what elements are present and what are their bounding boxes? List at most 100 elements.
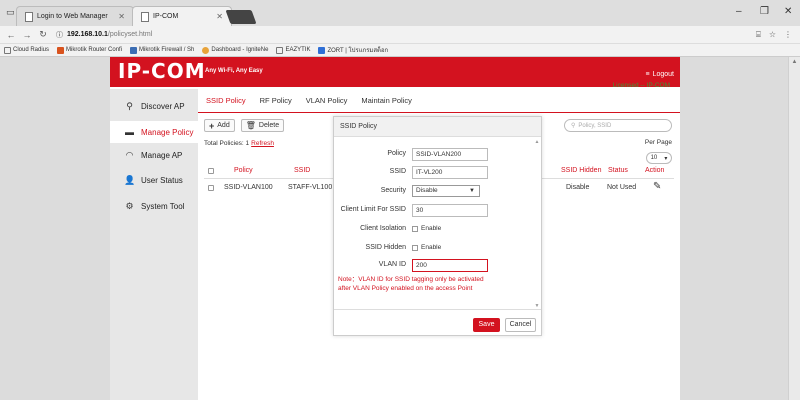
col-action: Action [645,167,665,174]
col-policy: Policy [234,167,253,174]
search-icon: ⚲ [571,123,576,129]
forward-icon[interactable]: → [22,30,32,40]
vlan-id-row: VLAN ID 200 [334,259,534,273]
tagline: Any Wi-Fi, Any Easy [205,68,263,74]
page-icon [141,11,149,22]
tab-ssid-policy[interactable]: SSID Policy [206,89,246,113]
refresh-link[interactable]: Refresh [251,140,274,147]
back-icon[interactable]: ← [6,30,16,40]
bookmark-favicon-icon [202,46,210,54]
page-scrollbar[interactable]: ▲ [788,57,800,400]
delete-button[interactable]: 🗑 Delete [240,119,285,132]
scroll-up-icon[interactable]: ▲ [789,59,800,65]
caret-down-icon: ▼ [469,188,475,194]
policy-tabs: SSID Policy RF Policy VLAN Policy Mainta… [198,89,680,113]
close-icon[interactable]: ✕ [118,12,125,21]
ssid-hidden-checkbox[interactable]: Enable [412,244,441,251]
caret-down-icon: ▾ [664,155,668,162]
gear-icon: ⚙ [125,200,134,211]
tab-maintain-policy[interactable]: Maintain Policy [361,89,411,113]
close-window-icon[interactable]: ✕ [784,6,792,17]
bookmark-item[interactable]: Mikrotik Router Confi [57,46,122,54]
select-all-checkbox[interactable] [208,168,214,174]
dialog-scrollbar[interactable]: ▲ ▼ [534,139,540,309]
client-limit-input[interactable]: 30 [412,204,488,217]
row-checkbox[interactable] [208,185,214,191]
ssid-input[interactable]: IT-VL200 [412,166,488,179]
manage-icon: ▬ [125,126,134,137]
reload-icon[interactable]: ↻ [38,29,48,40]
address-bar: ← → ↻ ⓘ 192.168.10.1/policyset.html [0,26,800,44]
more-menu-icon[interactable]: ⋮ [784,30,792,40]
info-icon[interactable]: ⓘ [56,30,63,40]
plus-icon: + [209,120,215,131]
maximize-icon[interactable]: ❐ [760,6,769,17]
new-tab-button[interactable] [225,10,257,24]
trash-icon: 🗑 [245,121,256,130]
scroll-up-icon[interactable]: ▲ [534,139,540,145]
ssid-policy-dialog: SSID Policy ▲ ▼ Policy SSID-VLAN200 SSID… [333,116,542,336]
sidebar-item-manage-ap[interactable]: ◠ Manage AP [110,144,198,166]
minimize-icon[interactable]: – [736,6,742,17]
wifi-icon: ◠ [125,149,134,160]
browser-tab-ipcom[interactable]: IP-COM ✕ [132,6,232,26]
bookmark-item[interactable]: EAZYTIK [276,46,310,54]
row-status: Not Used [607,184,637,191]
close-icon[interactable]: ✕ [216,12,223,21]
cancel-button[interactable]: Cancel [505,318,536,332]
sidebar-item-manage-policy[interactable]: ▬ Manage Policy [110,121,198,143]
row-ssid: STAFF-VL100 [288,184,333,191]
bookmark-favicon-icon [130,46,138,54]
page-icon [25,11,33,22]
checkbox[interactable] [412,244,418,251]
browser-tab-login[interactable]: Login to Web Manager ✕ [16,6,134,26]
sidebar-item-discover-ap[interactable]: ⚲ Discover AP [110,95,198,117]
logout-button[interactable]: ≡ Logout [645,71,674,78]
vlan-note: Note：VLAN ID for SSID tagging only be ac… [338,276,484,292]
bookmark-item[interactable]: ZORT | โปรแกรมสต็อก [318,45,388,55]
row-policy: SSID-VLAN100 [224,184,273,191]
sidebar-item-user-status[interactable]: 👤 User Status [110,169,198,191]
vlan-id-input[interactable]: 200 [412,259,488,272]
logo: IP-COM [118,59,206,83]
url-field[interactable]: ⓘ 192.168.10.1/policyset.html [56,30,152,40]
edit-icon[interactable]: ✎ [653,182,663,192]
bookmark-favicon-icon [318,46,326,54]
col-ssid-hidden: SSID Hidden [561,167,602,174]
browser-menu-icon[interactable]: ▭ [6,7,15,18]
bookmark-item[interactable]: Cloud Radius [4,46,49,54]
tab-vlan-policy[interactable]: VLAN Policy [306,89,348,113]
bookmark-item[interactable]: Mikrotik Firewall / Sh [130,46,194,54]
ssid-row: SSID IT-VL200 [334,166,534,180]
save-button[interactable]: Save [473,318,500,332]
search-input[interactable]: ⚲ Policy, SSID [564,119,672,132]
per-page-select[interactable]: 10 ▾ [646,152,672,164]
license-status: Licensed -- IP-COM [612,82,670,89]
user-icon: 👤 [124,174,136,185]
toolbar: + Add 🗑 Delete [204,119,285,132]
bookmark-favicon-icon [57,46,65,54]
per-page-control: Per Page [644,139,672,146]
discover-icon: ⚲ [126,100,133,111]
translate-icon[interactable]: ⌸ [756,30,761,40]
ssid-hidden-row: SSID Hidden Enable [365,244,442,251]
bookmarks-bar: Cloud Radius Mikrotik Router Confi Mikro… [0,44,800,57]
page-icon [276,46,284,54]
tab-rf-policy[interactable]: RF Policy [260,89,292,113]
client-isolation-row: Client Isolation Enable [360,225,442,232]
client-limit-row: Client Limit For SSID 30 [334,204,534,218]
checkbox[interactable] [412,225,418,232]
page-icon [4,46,11,54]
policy-row: Policy SSID-VLAN200 [334,148,534,162]
bookmark-star-icon[interactable]: ☆ [769,30,776,40]
menu-icon: ≡ [645,71,650,78]
add-button[interactable]: + Add [204,119,235,132]
client-isolation-checkbox[interactable]: Enable [412,225,441,232]
bookmark-item[interactable]: Dashboard - IgniteNe [202,46,268,54]
security-select[interactable]: Disable ▼ [412,185,480,197]
col-ssid: SSID [294,167,311,174]
dialog-title: SSID Policy [334,117,541,137]
sidebar: ⚲ Discover AP ▬ Manage Policy ◠ Manage A… [110,89,198,400]
policy-name-input[interactable]: SSID-VLAN200 [412,148,488,161]
sidebar-item-system-tool[interactable]: ⚙ System Tool [110,195,198,217]
